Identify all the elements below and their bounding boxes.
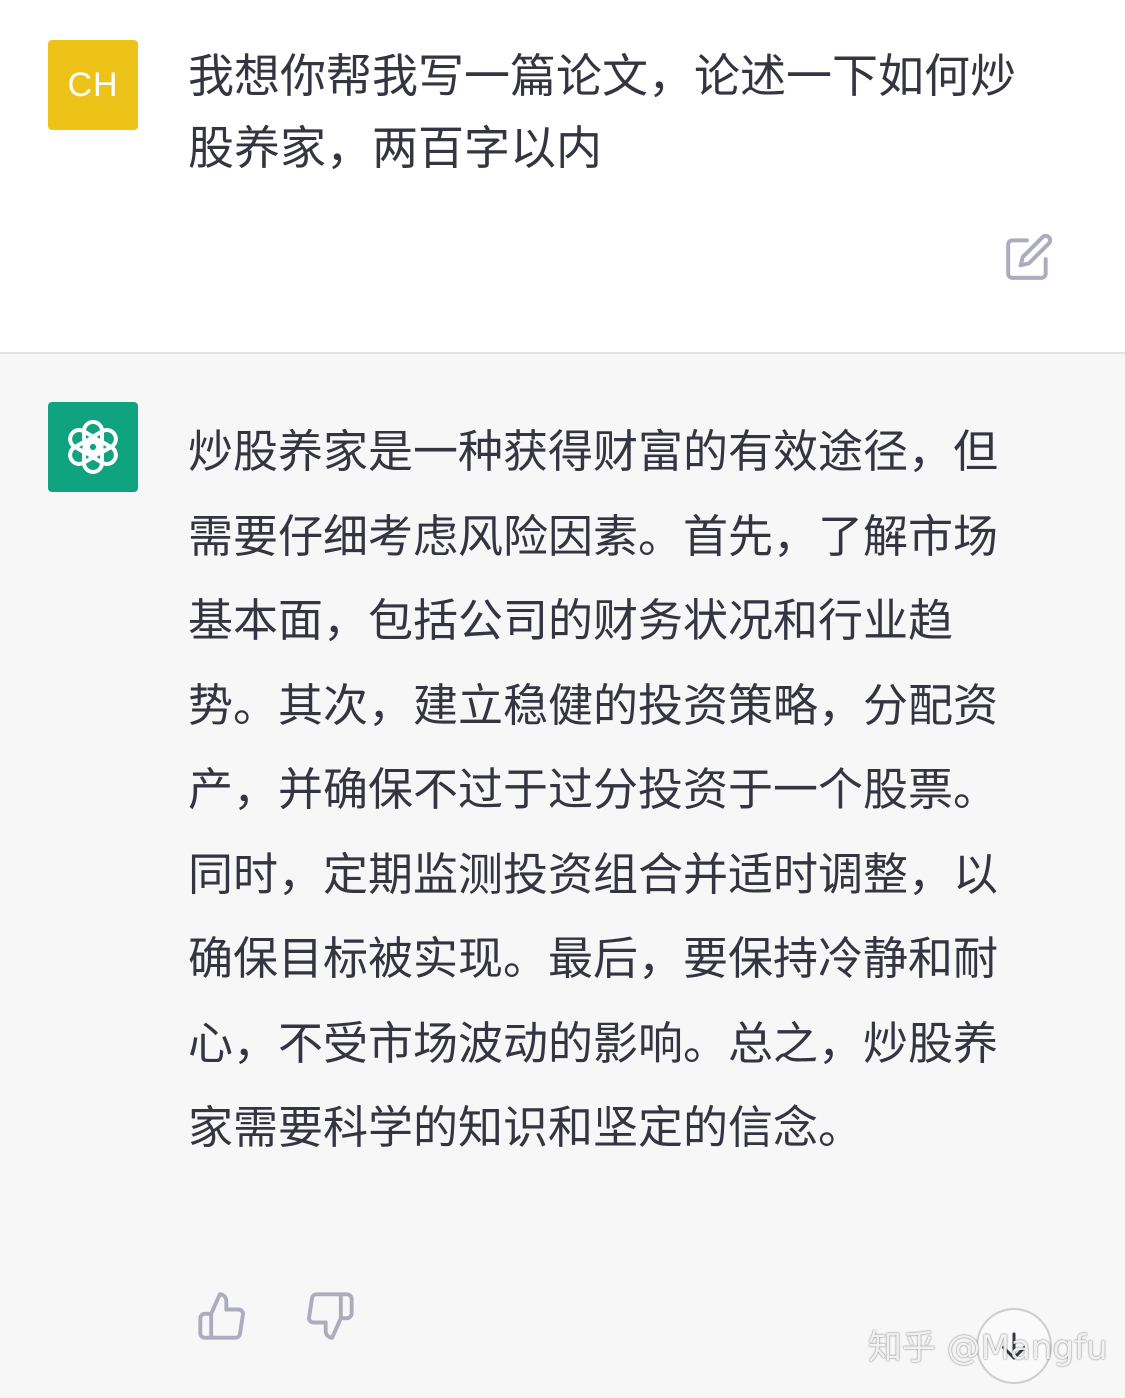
user-avatar: CH (48, 40, 138, 130)
thumbs-up-icon[interactable] (196, 1290, 248, 1342)
assistant-avatar (48, 402, 138, 492)
user-message-text: 我想你帮我写一篇论文，论述一下如何炒股养家，两百字以内 (188, 49, 1016, 175)
assistant-message-row: 炒股养家是一种获得财富的有效途径，但需要仔细考虑风险因素。首先，了解市场基本面，… (0, 354, 1125, 1398)
watermark: 知乎 @Mangfu (868, 1328, 1108, 1368)
assistant-message-text: 炒股养家是一种获得财富的有效途径，但需要仔细考虑风险因素。首先，了解市场基本面，… (188, 425, 999, 1154)
user-message-row: CH 我想你帮我写一篇论文，论述一下如何炒股养家，两百字以内 (0, 0, 1125, 352)
thumbs-down-icon[interactable] (304, 1290, 356, 1342)
openai-logo-icon (68, 420, 118, 474)
edit-icon[interactable] (1004, 232, 1054, 282)
